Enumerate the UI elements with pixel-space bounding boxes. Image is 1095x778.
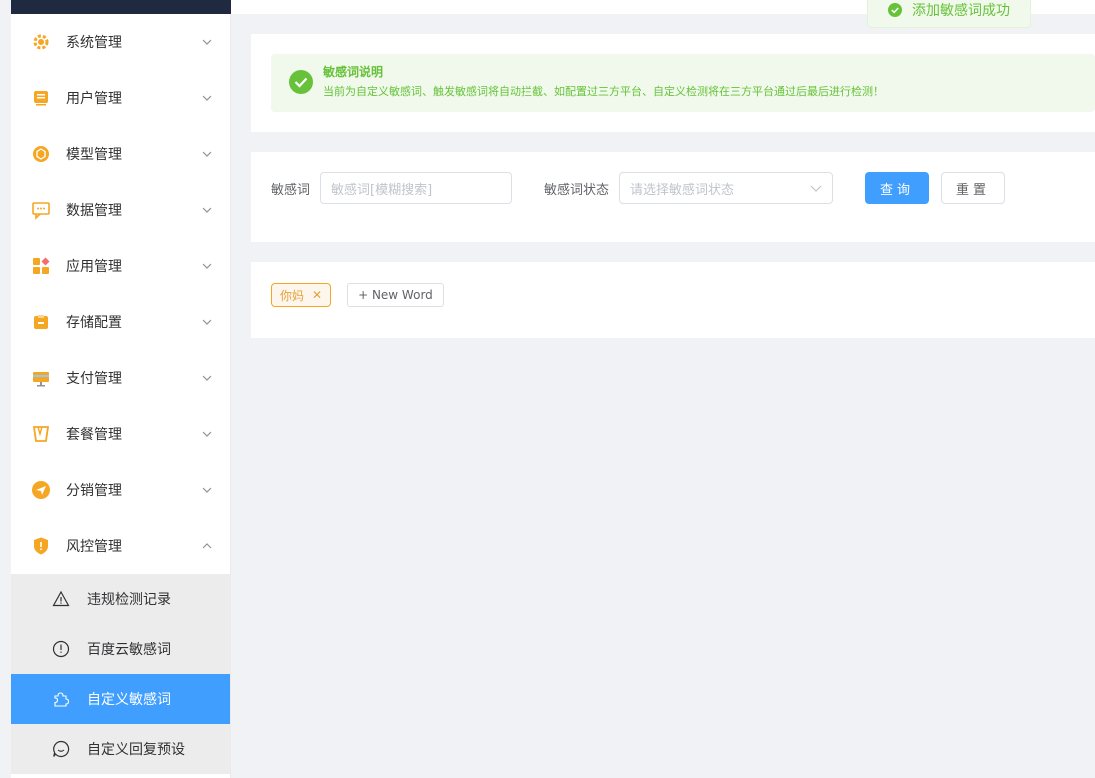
- chevron-down-icon: [810, 181, 822, 196]
- chevron-down-icon: [202, 373, 212, 383]
- chevron-down-icon: [202, 93, 212, 103]
- status-select[interactable]: 请选择敏感词状态: [619, 172, 834, 204]
- status-select-placeholder: 请选择敏感词状态: [630, 182, 735, 198]
- sidebar-item-label: 套餐管理: [66, 427, 122, 443]
- sidebar-item-label: 分销管理: [66, 483, 122, 499]
- sidebar-item-label: 应用管理: [66, 259, 122, 275]
- sidebar-item-custom-reply-presets[interactable]: 自定义回复预设: [11, 724, 230, 774]
- toast-text: 添加敏感词成功: [912, 3, 1010, 19]
- check-circle-icon: [289, 70, 313, 94]
- info-circle-icon: [51, 639, 71, 659]
- sidebar-item-distribution[interactable]: 分销管理: [11, 462, 230, 518]
- sidebar-item-label: 支付管理: [66, 371, 122, 387]
- info-alert: 敏感词说明 当前为自定义敏感词、触发敏感词将自动拦截、如配置过三方平台、自定义检…: [271, 54, 1095, 112]
- sidebar-item-label: 自定义回复预设: [87, 742, 185, 758]
- status-label: 敏感词状态: [544, 182, 610, 198]
- new-word-button[interactable]: + New Word: [347, 283, 444, 307]
- puzzle-icon: [51, 689, 71, 709]
- sidebar-item-baidu-sensitive-words[interactable]: 百度云敏感词: [11, 624, 230, 674]
- sidebar: 系统管理 用户管理 模型管理 数据管理 应用管理 存储配置 支付管理 套餐管理 …: [11, 14, 231, 778]
- send-icon: [31, 480, 51, 500]
- success-toast: 添加敏感词成功: [867, 0, 1031, 28]
- word-search-input[interactable]: 敏感词[模糊搜索]: [320, 172, 513, 204]
- close-icon[interactable]: ✕: [312, 288, 322, 302]
- chevron-down-icon: [202, 205, 212, 215]
- chevron-down-icon: [202, 37, 212, 47]
- sidebar-item-label: 模型管理: [66, 147, 122, 163]
- chevron-down-icon: [202, 317, 212, 327]
- sidebar-item-system[interactable]: 系统管理: [11, 14, 230, 70]
- chat-bubble-icon: [51, 739, 71, 759]
- main-content: 敏感词说明 当前为自定义敏感词、触发敏感词将自动拦截、如配置过三方平台、自定义检…: [231, 0, 1095, 778]
- sidebar-item-payment[interactable]: 支付管理: [11, 350, 230, 406]
- sidebar-item-label: 用户管理: [66, 91, 122, 107]
- sidebar-item-risk-control[interactable]: 风控管理: [11, 518, 230, 574]
- chat-data-icon: [31, 200, 51, 220]
- sidebar-item-storage[interactable]: 存储配置: [11, 294, 230, 350]
- risk-control-submenu: 违规检测记录 百度云敏感词 自定义敏感词 自定义回复预设: [11, 574, 230, 774]
- word-tag[interactable]: 你妈 ✕: [271, 283, 332, 307]
- words-card: 你妈 ✕ + New Word: [251, 262, 1095, 338]
- sidebar-item-label: 违规检测记录: [87, 592, 171, 608]
- sidebar-item-violation-records[interactable]: 违规检测记录: [11, 574, 230, 624]
- word-tags: 你妈 ✕ + New Word: [271, 283, 444, 307]
- word-label: 敏感词: [271, 182, 311, 198]
- sidebar-item-apps[interactable]: 应用管理: [11, 238, 230, 294]
- search-card: 敏感词 敏感词[模糊搜索] 敏感词状态 请选择敏感词状态 查询 重置: [251, 152, 1095, 242]
- word-tag-text: 你妈: [280, 288, 305, 303]
- chevron-down-icon: [202, 149, 212, 159]
- sidebar-item-models[interactable]: 模型管理: [11, 126, 230, 182]
- search-form: 敏感词 敏感词[模糊搜索] 敏感词状态 请选择敏感词状态 查询 重置: [271, 172, 1006, 204]
- sidebar-item-packages[interactable]: 套餐管理: [11, 406, 230, 462]
- query-button[interactable]: 查询: [865, 172, 930, 204]
- alert-description: 当前为自定义敏感词、触发敏感词将自动拦截、如配置过三方平台、自定义检测将在三方平…: [323, 85, 884, 98]
- sidebar-item-data[interactable]: 数据管理: [11, 182, 230, 238]
- shield-icon: [31, 536, 51, 556]
- sidebar-header: [11, 0, 231, 14]
- notice-card: 敏感词说明 当前为自定义敏感词、触发敏感词将自动拦截、如配置过三方平台、自定义检…: [251, 34, 1095, 132]
- gear-icon: [31, 32, 51, 52]
- sidebar-item-label: 风控管理: [66, 539, 122, 555]
- sidebar-item-label: 存储配置: [66, 315, 122, 331]
- sidebar-item-users[interactable]: 用户管理: [11, 70, 230, 126]
- chevron-down-icon: [202, 261, 212, 271]
- check-circle-icon: [888, 3, 902, 17]
- apps-icon: [31, 256, 51, 276]
- chevron-up-icon: [202, 541, 212, 551]
- chevron-down-icon: [202, 429, 212, 439]
- user-card-icon: [31, 88, 51, 108]
- alert-title: 敏感词说明: [323, 65, 384, 79]
- sidebar-item-label: 百度云敏感词: [87, 642, 171, 658]
- cube-icon: [31, 144, 51, 164]
- sidebar-item-label: 系统管理: [66, 35, 122, 51]
- warning-icon: [51, 589, 71, 609]
- chevron-down-icon: [202, 485, 212, 495]
- reset-button[interactable]: 重置: [941, 172, 1006, 204]
- payment-icon: [31, 368, 51, 388]
- sidebar-item-custom-sensitive-words[interactable]: 自定义敏感词: [11, 674, 230, 724]
- storage-box-icon: [31, 312, 51, 332]
- package-icon: [31, 424, 51, 444]
- word-search-placeholder: 敏感词[模糊搜索]: [331, 182, 433, 198]
- sidebar-item-label: 数据管理: [66, 203, 122, 219]
- sidebar-item-label: 自定义敏感词: [87, 692, 171, 708]
